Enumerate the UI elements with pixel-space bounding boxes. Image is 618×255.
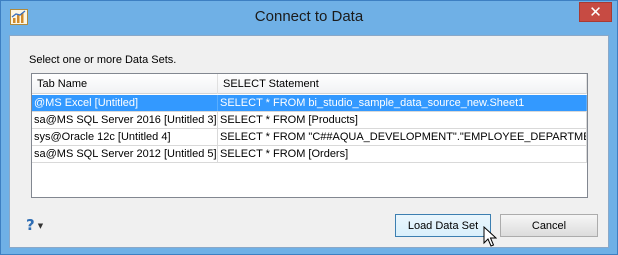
dialog-window: Connect to Data ✕ Select one or more Dat… bbox=[0, 0, 618, 255]
data-set-table[interactable]: Tab Name SELECT Statement @MS Excel [Unt… bbox=[31, 73, 588, 198]
cell-tab-name: sa@MS SQL Server 2012 [Untitled 5] bbox=[34, 146, 218, 162]
cell-select-statement: SELECT * FROM [Orders] bbox=[218, 146, 587, 162]
chevron-down-icon: ▼ bbox=[37, 222, 44, 230]
help-dropdown[interactable]: ? ▼ bbox=[26, 216, 50, 234]
table-row[interactable]: sa@MS SQL Server 2012 [Untitled 5] SELEC… bbox=[32, 146, 587, 163]
dialog-content: Select one or more Data Sets. Tab Name S… bbox=[9, 35, 609, 248]
table-header: Tab Name SELECT Statement bbox=[32, 74, 587, 94]
window-title: Connect to Data bbox=[254, 8, 364, 25]
column-header-tab-name[interactable]: Tab Name bbox=[32, 74, 218, 94]
cell-tab-name: sa@MS SQL Server 2016 [Untitled 3] bbox=[34, 112, 218, 128]
cancel-button[interactable]: Cancel bbox=[500, 214, 598, 237]
table-row[interactable]: @MS Excel [Untitled] SELECT * FROM bi_st… bbox=[32, 95, 587, 112]
table-row[interactable]: sys@Oracle 12c [Untitled 4] SELECT * FRO… bbox=[32, 129, 587, 146]
close-button[interactable]: ✕ bbox=[579, 2, 612, 22]
column-header-select-statement[interactable]: SELECT Statement bbox=[218, 74, 587, 94]
instruction-label: Select one or more Data Sets. bbox=[29, 54, 177, 66]
cell-select-statement: SELECT * FROM [Products] bbox=[218, 112, 587, 128]
table-row[interactable]: sa@MS SQL Server 2016 [Untitled 3] SELEC… bbox=[32, 112, 587, 129]
cell-tab-name: @MS Excel [Untitled] bbox=[32, 95, 218, 111]
load-data-set-button[interactable]: Load Data Set bbox=[395, 214, 491, 237]
cell-select-statement: SELECT * FROM bi_studio_sample_data_sour… bbox=[218, 95, 587, 111]
cell-select-statement: SELECT * FROM "C##AQUA_DEVELOPMENT"."EMP… bbox=[220, 129, 587, 145]
question-mark-icon: ? bbox=[26, 216, 35, 234]
mouse-cursor-icon bbox=[483, 226, 497, 247]
title-bar[interactable]: Connect to Data ✕ bbox=[1, 1, 617, 35]
table-body: @MS Excel [Untitled] SELECT * FROM bi_st… bbox=[32, 95, 587, 163]
close-icon: ✕ bbox=[589, 2, 602, 21]
cell-tab-name: sys@Oracle 12c [Untitled 4] bbox=[32, 129, 218, 145]
